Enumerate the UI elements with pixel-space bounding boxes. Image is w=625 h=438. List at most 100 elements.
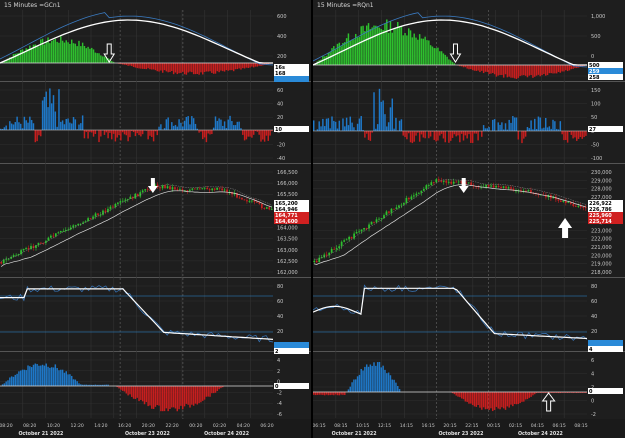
histogram-bar [252, 63, 255, 68]
axis-tick-label: 100 [591, 102, 601, 108]
histogram-bar [180, 63, 182, 73]
time-axis-label: 02:15 [509, 423, 522, 429]
histogram-bar [152, 63, 155, 70]
volume-bar [462, 131, 465, 141]
volume-bar [325, 118, 328, 131]
volume-bar [192, 118, 195, 130]
volume-bar [576, 131, 578, 141]
histogram-bar [417, 39, 419, 65]
histogram-bar [256, 63, 259, 67]
histogram-bar [473, 65, 476, 71]
histogram-bar [38, 365, 40, 386]
volume-bar [23, 116, 26, 130]
histogram-bar [373, 25, 375, 66]
date-axis-label: October 24 2022 [518, 431, 563, 437]
volume-bar [393, 128, 395, 131]
histogram-bar [182, 386, 184, 410]
histogram-bar [506, 392, 509, 407]
axis-tick-label: 220,000 [591, 253, 612, 259]
volume-bar [323, 126, 326, 131]
volume-bar [524, 131, 527, 137]
volume-bar [544, 117, 547, 131]
right-chart-window[interactable]: 15 Minutes =RQn1 1,0005000-5005002592581… [313, 0, 625, 438]
histogram-bar [161, 63, 164, 73]
volume-bar [132, 130, 135, 133]
histogram-bar [404, 33, 406, 65]
candle-body [360, 229, 363, 232]
left-chart-window[interactable]: 15 Minutes =GCn1 600400200016s1686040200… [0, 0, 311, 438]
date-axis-label: October 23 2022 [438, 431, 483, 437]
time-axis-label: 20:20 [142, 423, 155, 429]
histogram-bar [528, 65, 531, 76]
histogram-bar [40, 365, 42, 386]
histogram-bar [203, 63, 206, 73]
axis-tick-label: 163,500 [277, 237, 298, 243]
histogram-bar [570, 65, 573, 70]
candle-body [35, 245, 37, 249]
candle-body [457, 181, 460, 183]
volume-bar [517, 131, 520, 140]
volume-bar [583, 131, 585, 138]
histogram-bar [141, 63, 144, 69]
histogram-bar [464, 392, 467, 402]
histogram-bar [397, 22, 399, 65]
histogram-bar [409, 30, 412, 65]
volume-bar [402, 131, 404, 136]
candle-body [176, 189, 179, 191]
histogram-bar [165, 63, 168, 72]
candle-body [577, 206, 580, 207]
volume-bar [347, 125, 350, 131]
histogram-bar [375, 365, 377, 392]
histogram-bar [160, 63, 162, 71]
volume-bar [50, 103, 53, 130]
histogram-bar [163, 63, 166, 71]
candle-body [363, 227, 365, 230]
candle-body [159, 187, 161, 189]
volume-bar [389, 107, 392, 131]
candle-body [77, 223, 80, 226]
histogram-bar [52, 39, 55, 63]
histogram-bar [78, 40, 80, 63]
histogram-bar [470, 392, 472, 404]
volume-bar [523, 131, 525, 139]
volume-bar [140, 130, 142, 137]
candle-body [579, 206, 582, 208]
time-axis-label: 14:20 [94, 423, 107, 429]
histogram-bar [23, 369, 26, 386]
histogram-bar [54, 364, 57, 386]
histogram-bar [238, 63, 240, 69]
volume-bar [433, 131, 436, 140]
histogram-bar [85, 48, 87, 63]
volume-bar [356, 123, 359, 131]
volume-bar [60, 121, 62, 130]
histogram-bar [389, 21, 392, 66]
value-badge [274, 76, 309, 82]
volume-bar [202, 130, 204, 140]
histogram-bar [194, 63, 197, 75]
histogram-bar [314, 392, 317, 396]
histogram-bar [515, 65, 518, 79]
left-chart-canvas[interactable]: 600400200016s1686040200-20-4010166,50016… [0, 0, 311, 438]
histogram-bar [229, 63, 231, 71]
histogram-bar [81, 42, 84, 63]
histogram-bar [194, 386, 197, 404]
volume-bar [548, 126, 551, 131]
volume-bar [87, 130, 89, 139]
histogram-bar [495, 392, 498, 407]
histogram-bar [519, 392, 521, 404]
time-axis-label: 02:20 [213, 423, 226, 429]
candle-body [502, 186, 505, 188]
volume-bar [528, 128, 531, 131]
volume-bar [25, 120, 27, 130]
candle-body [333, 248, 336, 250]
volume-bar [245, 130, 248, 140]
volume-bar [336, 128, 339, 131]
volume-bar [473, 131, 476, 134]
candle-body [166, 186, 169, 189]
volume-bar [481, 131, 483, 137]
time-axis-label: 14:15 [400, 423, 413, 429]
right-chart-canvas[interactable]: 1,0005000-500500259258150100500-50-10027… [313, 0, 625, 438]
histogram-bar [371, 27, 373, 66]
candle-body [246, 200, 248, 202]
time-axis-label: 22:20 [165, 423, 178, 429]
